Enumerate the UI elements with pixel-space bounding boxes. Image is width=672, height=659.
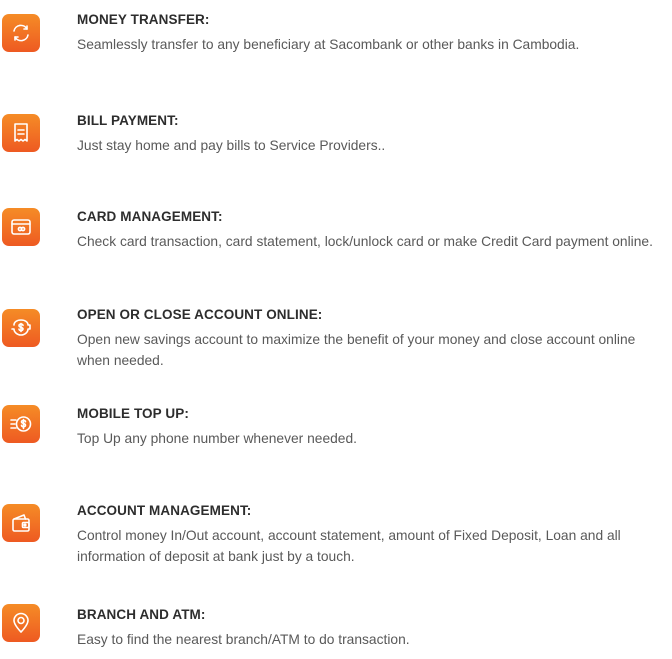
wallet-icon	[2, 504, 40, 542]
feature-description: Open new savings account to maximize the…	[77, 332, 636, 368]
feature-description: Easy to find the nearest branch/ATM to d…	[77, 632, 410, 647]
feature-title: MOBILE TOP UP:	[77, 406, 189, 421]
feature-title: BRANCH AND ATM:	[77, 607, 206, 622]
feature-description: Check card transaction, card statement, …	[77, 234, 653, 249]
feature-title: MONEY TRANSFER:	[77, 12, 210, 27]
card-icon	[2, 208, 40, 246]
feature-description: Seamlessly transfer to any beneficiary a…	[77, 37, 580, 52]
transfer-icon	[2, 14, 40, 52]
location-pin-icon	[2, 604, 40, 642]
feature-description: Control money In/Out account, account st…	[77, 528, 621, 564]
feature-description: Top Up any phone number whenever needed.	[77, 431, 357, 446]
feature-title: BILL PAYMENT:	[77, 113, 179, 128]
feature-title: OPEN OR CLOSE ACCOUNT ONLINE:	[77, 307, 323, 322]
piggy-bank-icon	[2, 309, 40, 347]
feature-description: Just stay home and pay bills to Service …	[77, 138, 386, 153]
feature-title: CARD MANAGEMENT:	[77, 209, 223, 224]
bill-icon	[2, 114, 40, 152]
topup-icon	[2, 405, 40, 443]
feature-title: ACCOUNT MANAGEMENT:	[77, 503, 252, 518]
